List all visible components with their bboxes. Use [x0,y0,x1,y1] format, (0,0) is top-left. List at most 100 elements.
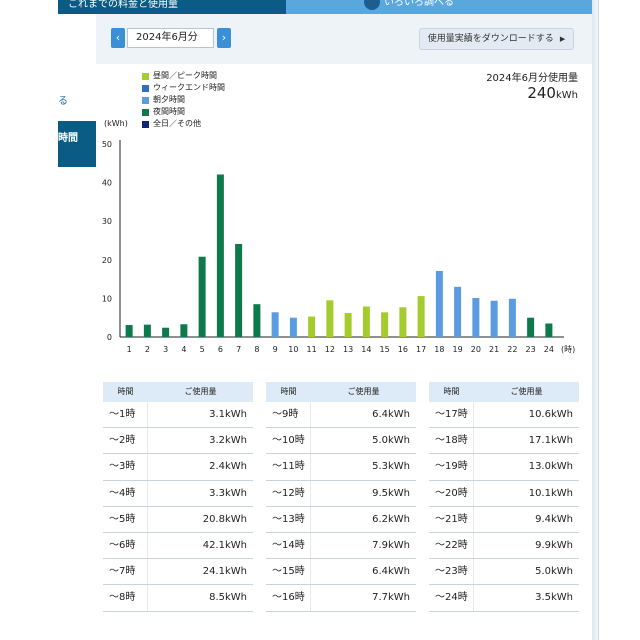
table-row: ～21時 9.4kWh [429,506,579,533]
usage-chart-svg: (kWh)010203040501 2 3 4 5 6 7 8 9 10 11 12 13 14 15 16 1… [102,119,575,354]
x-tick-label: 23 [526,345,536,354]
legend-swatch [142,84,149,92]
cell-usage: 6.4kWh [372,409,410,420]
prev-month-button[interactable]: ‹ [111,28,125,48]
y-axis-label: (kWh) [104,119,128,128]
usage-tables: 時間 ご使用量 ～1時 3.1kWh ～2時 3.2kWh ～3時 2.4kWh ～4時 3.3k… [103,382,579,622]
download-button[interactable]: 使用量実績をダウンロードする ▶ [419,28,574,50]
y-tick-label: 20 [102,256,112,265]
bar-hour-3 [162,327,170,337]
table-row: ～14時 7.9kWh [266,532,416,560]
cell-usage: 8.5kWh [209,592,247,604]
cell-usage: 9.4kWh [535,513,573,525]
chevron-right-icon: ▶ [559,35,566,43]
cell-usage: 24.1kWh [202,566,247,578]
bar-hour-5 [198,256,206,337]
usage-table: 時間 ご使用量 ～1時 3.1kWh ～2時 3.2kWh ～3時 2.4kWh ～4時 3.3k… [103,382,253,612]
month-toolbar: ‹ 2024年6月分 › 使用量実績をダウンロードする ▶ [96,14,592,64]
bar-hour-14 [362,306,370,337]
x-tick-label: 14 [361,345,371,354]
sidebar-item-hourly[interactable]: 時間 [58,121,96,167]
y-tick-label: 0 [107,333,112,342]
sidebar-link[interactable]: る [58,92,68,107]
table-row: ～10時 5.0kWh [266,428,416,455]
cell-time: ～4時 [103,480,148,506]
usage-summary-label: 2024年6月分使用量 [486,73,578,84]
next-month-button[interactable]: › [217,28,231,48]
x-tick-label: 2 [145,345,150,354]
cell-time: ～22時 [429,532,474,559]
cell-time: ～3時 [103,454,148,480]
usage-unit: kWh [555,90,578,101]
bar-hour-4 [180,324,188,337]
tab-explore[interactable]: いろいろ調べる [286,0,598,14]
bar-hour-18 [435,270,443,337]
cell-time: ～21時 [429,506,474,532]
month-select[interactable]: 2024年6月分 [127,28,214,48]
x-tick-label: 1 [127,345,132,354]
legend-label: ウィークエンド時間 [153,83,225,92]
bar-hour-6 [216,174,224,337]
x-tick-label: 13 [343,345,353,354]
x-axis-unit: (時) [561,345,575,354]
header-time: 時間 [280,387,297,396]
table-row: ～19時 13.0kWh [429,454,579,481]
table-row: ～15時 6.4kWh [266,559,416,586]
legend-swatch [142,72,149,80]
cell-time: ～16時 [266,585,311,611]
right-divider [598,0,599,640]
download-button-label: 使用量実績をダウンロードする [427,34,554,44]
table-row: ～20時 10.1kWh [429,480,579,507]
cell-usage: 9.5kWh [372,487,410,499]
bar-hour-16 [399,307,407,337]
table-header: 時間 ご使用量 [103,382,253,402]
cell-time: ～18時 [429,428,474,454]
cell-usage: 5.0kWh [372,435,410,447]
y-tick-label: 40 [102,179,112,188]
x-tick-label: 20 [471,345,481,354]
cell-usage: 17.1kWh [528,435,573,447]
x-tick-label: 3 [163,345,168,354]
table-row: ～1時 3.1kWh [103,402,253,429]
legend-label: 昼間／ピーク時間 [153,71,217,80]
cell-time: ～10時 [266,428,311,454]
cell-time: ～5時 [103,506,148,532]
tab-past-charges[interactable]: これまでの料金と使用量 [58,0,286,14]
cell-usage: 7.7kWh [372,592,410,604]
x-tick-label: 21 [489,345,499,354]
cell-time: ～12時 [266,480,311,506]
legend-swatch [142,96,149,104]
usage-table: 時間 ご使用量 ～9時 6.4kWh ～10時 5.0kWh ～11時 5.3kWh ～12時 9… [266,382,416,612]
table-row: ～4時 3.3kWh [103,480,253,507]
cell-time: ～2時 [103,428,148,454]
x-tick-label: 12 [325,345,335,354]
x-tick-label: 10 [288,345,298,354]
cell-time: ～8時 [103,585,148,611]
cell-usage: 6.2kWh [372,513,410,525]
cell-time: ～11時 [266,454,311,480]
bar-hour-2 [143,324,151,337]
cell-usage: 42.1kWh [202,539,247,551]
x-tick-label: 9 [273,345,278,354]
x-tick-label: 16 [398,345,408,354]
cell-time: ～14時 [266,532,311,559]
usage-table: 時間 ご使用量 ～17時 10.6kWh ～18時 17.1kWh ～19時 13.0kWh ～… [429,382,579,612]
table-row: ～2時 3.2kWh [103,428,253,455]
x-tick-label: 11 [307,345,317,354]
y-tick-label: 50 [102,140,112,149]
cell-time: ～13時 [266,506,311,532]
legend-item: ウィークエンド時間 [142,82,225,94]
cell-usage: 3.1kWh [209,409,247,420]
header-usage: ご使用量 [184,387,217,396]
cell-time: ～15時 [266,559,311,585]
bar-hour-13 [344,313,352,337]
x-tick-label: 17 [416,345,426,354]
table-row: ～17時 10.6kWh [429,402,579,429]
bar-hour-1 [125,325,133,337]
x-tick-label: 19 [453,345,463,354]
bar-hour-7 [235,243,243,337]
table-row: ～13時 6.2kWh [266,506,416,533]
x-tick-label: 5 [200,345,205,354]
header-usage: ご使用量 [347,387,380,396]
x-tick-label: 22 [507,345,517,354]
